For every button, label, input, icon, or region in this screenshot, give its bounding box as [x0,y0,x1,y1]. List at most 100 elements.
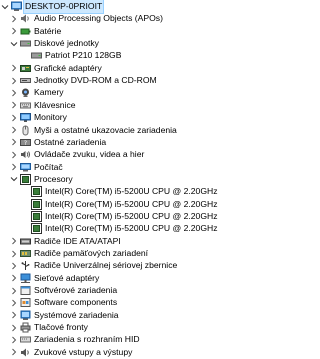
chevron-right-icon[interactable] [10,100,18,111]
tree-node-label: Zvukové vstupy a výstupy [34,346,133,357]
storage-controller-icon [20,248,31,259]
tree-node-label: Jednotky DVD-ROM a CD-ROM [34,75,157,86]
tree-node-label: Radiče pamäťových zariadení [34,248,149,258]
tree-node-label: Intel(R) Core(TM) i5-5200U CPU @ 2.20GHz [45,198,218,209]
tree-node-label: Radiče Univerzálnej sériovej zbernice [34,260,178,271]
tree-child-node[interactable]: Intel(R) Core(TM) i5-5200U CPU @ 2.20GHz [0,210,256,223]
tree-node-label: Radiče IDE ATA/ATAPI [34,235,121,246]
tree-node-label: Grafické adaptéry [34,62,102,73]
unknown-device-icon: ? [20,137,31,148]
tree-node-label: Softvérové zariadenia [34,285,118,296]
tree-category-node[interactable]: Systémové zariadenia [0,309,256,322]
chevron-right-icon[interactable] [10,347,18,358]
tree-category-node[interactable]: Procesory [0,173,256,186]
chevron-right-icon[interactable] [10,273,18,284]
tree-node-label: Ovládače zvuku, videa a hier [34,149,145,160]
tree-category-node[interactable]: Monitory [0,111,256,124]
computer-icon [20,162,31,173]
sound-video-icon [20,149,31,160]
tree-category-node[interactable]: Klávesnice [0,99,256,112]
tree-child-node[interactable]: Intel(R) Core(TM) i5-5200U CPU @ 2.20GHz [0,222,256,235]
chevron-right-icon[interactable] [10,236,18,247]
chevron-right-icon[interactable] [10,26,18,37]
tree-node-label: Diskové jednotky [34,38,99,49]
tree-category-node[interactable]: Radiče Univerzálnej sériovej zbernice [0,259,256,272]
tree-child-node[interactable]: Patriot P210 128GB [0,49,256,62]
monitor-icon [20,112,31,123]
tree-node-label: Tlačové fronty [34,322,88,333]
tree-category-node[interactable]: Jednotky DVD-ROM a CD-ROM [0,74,256,87]
tree-node-label: Software components [34,297,118,308]
tree-category-node[interactable]: Zvukové vstupy a výstupy [0,346,256,359]
device-tree: DESKTOP-0PRIOIT Audio Processing Objects … [0,0,256,357]
chevron-right-icon[interactable] [10,125,18,136]
software-component-icon [20,297,31,308]
audio-io-icon [20,347,31,358]
tree-category-node[interactable]: Radiče pamäťových zariadení [0,247,256,260]
tree-category-node[interactable]: Batérie [0,25,256,38]
chevron-right-icon[interactable] [10,112,18,123]
disk-drive-icon [31,50,42,61]
tree-category-node[interactable]: Diskové jednotky [0,37,256,50]
tree-node-label: Systémové zariadenia [34,309,119,320]
chevron-down-icon[interactable] [1,1,9,12]
tree-node-label: Monitory [34,112,67,123]
chevron-right-icon[interactable] [10,162,18,173]
keyboard-icon [20,100,31,111]
tree-category-node[interactable]: Kamery [0,86,256,99]
chevron-right-icon[interactable] [10,297,18,308]
processor-icon [20,173,31,185]
chevron-right-icon[interactable] [10,285,18,296]
chevron-down-icon[interactable] [10,174,18,185]
tree-child-node[interactable]: Intel(R) Core(TM) i5-5200U CPU @ 2.20GHz [0,185,256,198]
tree-node-label: Intel(R) Core(TM) i5-5200U CPU @ 2.20GHz [45,186,218,197]
chevron-right-icon[interactable] [10,137,18,148]
tree-category-node[interactable]: Audio Processing Objects (APOs) [0,12,256,25]
tree-root-node[interactable]: DESKTOP-0PRIOIT [0,0,256,14]
tree-node-label: Ostatné zariadenia [34,136,107,147]
chevron-down-icon[interactable] [10,38,18,49]
tree-node-label: Kamery [34,87,64,98]
tree-category-node[interactable]: Počítač [0,161,256,174]
chevron-right-icon[interactable] [10,87,18,98]
tree-category-node[interactable]: ? Ostatné zariadenia [0,136,256,149]
chevron-right-icon[interactable] [10,260,18,271]
tree-category-node[interactable]: Tlačové fronty [0,321,256,334]
tree-category-node[interactable]: Radiče IDE ATA/ATAPI [0,235,256,248]
usb-controller-icon [20,260,31,271]
battery-icon [20,26,31,37]
tree-node-label: Sieťové adaptéry [34,272,100,283]
printer-icon [20,322,31,333]
tree-category-node[interactable]: Ovládače zvuku, videa a hier [0,148,256,161]
software-device-icon [20,285,31,296]
tree-category-node[interactable]: Softvérové zariadenia [0,284,256,297]
tree-node-label: DESKTOP-0PRIOIT [22,0,105,14]
tree-category-node[interactable]: Software components [0,296,256,309]
chevron-right-icon[interactable] [10,13,18,24]
chevron-right-icon[interactable] [10,310,18,321]
processor-icon [31,186,42,198]
chevron-right-icon[interactable] [10,75,18,86]
camera-icon [20,87,31,98]
tree-child-node[interactable]: Intel(R) Core(TM) i5-5200U CPU @ 2.20GHz [0,198,256,211]
ide-controller-icon [20,236,31,247]
processor-icon [31,198,42,210]
chevron-right-icon[interactable] [10,149,18,160]
tree-category-node[interactable]: Myši a ostatné ukazovacie zariadenia [0,124,256,137]
chevron-right-icon[interactable] [10,322,18,333]
display-adapter-icon [20,63,31,74]
tree-category-node[interactable]: Sieťové adaptéry [0,272,256,285]
processor-icon [31,223,42,235]
tree-category-node[interactable]: Grafické adaptéry [0,62,256,75]
speaker-icon [20,13,31,24]
network-adapter-icon [20,273,31,284]
mouse-icon [20,125,31,136]
computer-root-icon [11,1,22,12]
tree-node-label: Intel(R) Core(TM) i5-5200U CPU @ 2.20GHz [45,223,218,234]
chevron-right-icon[interactable] [10,248,18,259]
chevron-right-icon[interactable] [10,63,18,74]
tree-node-label: Myši a ostatné ukazovacie zariadenia [34,124,177,135]
tree-node-label: Intel(R) Core(TM) i5-5200U CPU @ 2.20GHz [45,210,218,221]
tree-node-label: Patriot P210 128GB [45,50,122,61]
tree-node-label: Audio Processing Objects (APOs) [34,13,163,24]
